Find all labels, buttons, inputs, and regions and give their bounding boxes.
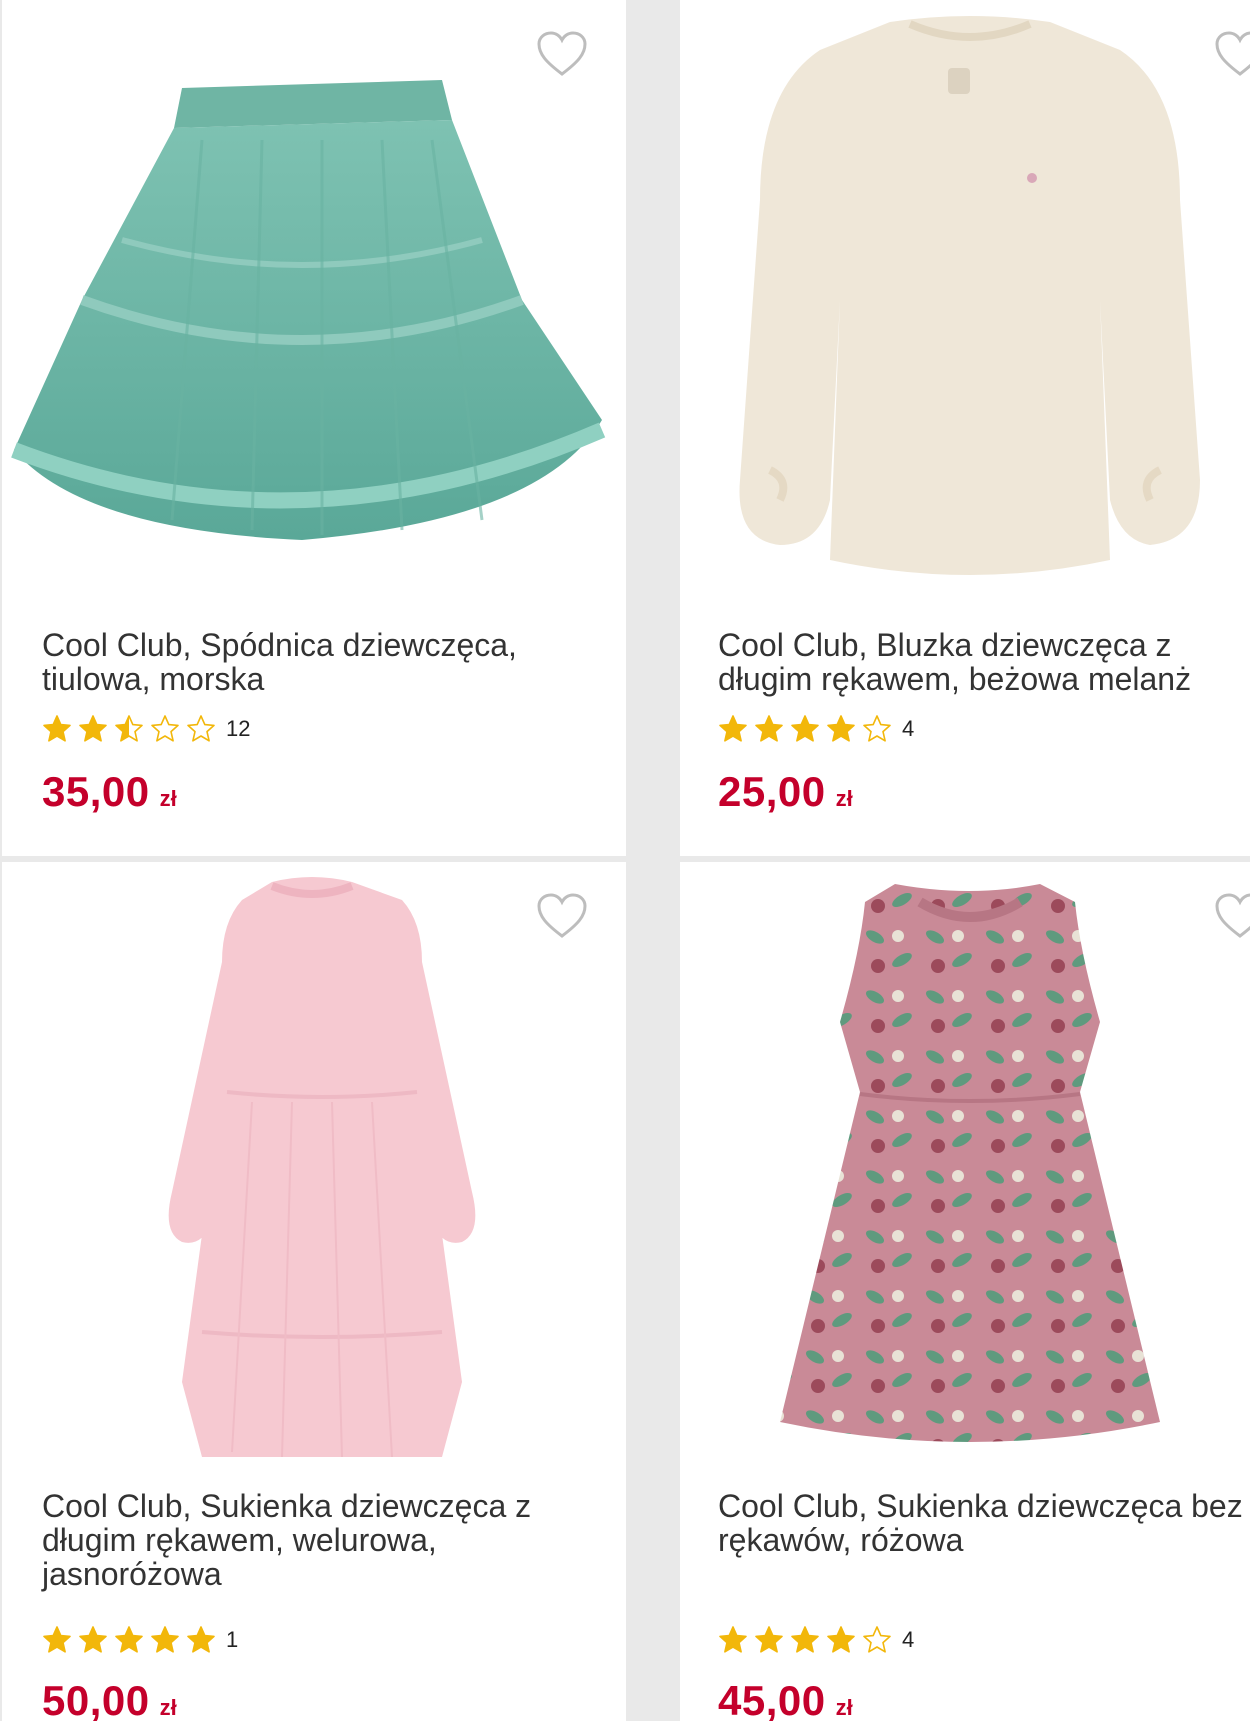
- star-filled-icon: [791, 715, 819, 742]
- product-image-teal-skirt[interactable]: [2, 0, 626, 600]
- star-filled-icon: [151, 1626, 179, 1653]
- review-count: 1: [226, 1627, 239, 1652]
- rating-stars: 4: [718, 713, 914, 745]
- product-title[interactable]: Cool Club, Sukienka dziewczęca bez rękaw…: [718, 1489, 1248, 1557]
- price-currency: zł: [835, 1695, 853, 1720]
- product-card[interactable]: Cool Club, Sukienka dziewczęca z długim …: [2, 862, 626, 1721]
- heart-icon[interactable]: [1214, 30, 1250, 78]
- product-card[interactable]: Cool Club, Spódnica dziewczęca, tiulowa,…: [2, 0, 626, 856]
- star-filled-icon: [79, 1626, 107, 1653]
- star-filled-icon: [79, 715, 107, 742]
- star-filled-icon: [791, 1626, 819, 1653]
- heart-icon[interactable]: [1214, 892, 1250, 940]
- product-image-pink-velour-dress[interactable]: [2, 862, 626, 1462]
- price-value: 35,00: [42, 768, 150, 815]
- product-card[interactable]: Cool Club, Sukienka dziewczęca bez rękaw…: [680, 862, 1250, 1721]
- price: 45,00 zł: [718, 1677, 853, 1721]
- review-count: 4: [902, 1627, 915, 1652]
- star-filled-icon: [719, 715, 747, 742]
- review-count: 4: [902, 716, 915, 741]
- product-card[interactable]: Cool Club, Bluzka dziewczęca z długim rę…: [680, 0, 1250, 856]
- star-filled-icon: [115, 1626, 143, 1653]
- price: 25,00 zł: [718, 768, 853, 816]
- star-empty-icon: [151, 715, 179, 742]
- price: 35,00 zł: [42, 768, 177, 816]
- rating-stars: 12: [42, 713, 250, 745]
- star-filled-icon: [755, 715, 783, 742]
- review-count: 12: [226, 716, 251, 741]
- product-title[interactable]: Cool Club, Sukienka dziewczęca z długim …: [42, 1489, 602, 1591]
- star-filled-icon: [827, 715, 855, 742]
- rating-stars: 4: [718, 1624, 914, 1656]
- product-image-beige-top[interactable]: [680, 0, 1250, 600]
- star-empty-icon: [187, 715, 215, 742]
- price-value: 25,00: [718, 768, 826, 815]
- product-title[interactable]: Cool Club, Bluzka dziewczęca z długim rę…: [718, 628, 1248, 696]
- heart-icon[interactable]: [536, 892, 588, 940]
- product-image-pink-floral-dress[interactable]: [680, 862, 1250, 1462]
- star-empty-icon: [863, 715, 891, 742]
- price-value: 45,00: [718, 1677, 826, 1721]
- price-currency: zł: [835, 786, 853, 811]
- star-filled-icon: [43, 715, 71, 742]
- star-filled-icon: [755, 1626, 783, 1653]
- heart-icon[interactable]: [536, 30, 588, 78]
- product-title[interactable]: Cool Club, Spódnica dziewczęca, tiulowa,…: [42, 628, 602, 696]
- rating-stars: 1: [42, 1624, 238, 1656]
- star-filled-icon: [719, 1626, 747, 1653]
- star-filled-icon: [827, 1626, 855, 1653]
- star-filled-icon: [187, 1626, 215, 1653]
- price: 50,00 zł: [42, 1677, 177, 1721]
- star-empty-icon: [863, 1626, 891, 1653]
- price-currency: zł: [159, 786, 177, 811]
- price-currency: zł: [159, 1695, 177, 1720]
- star-half-icon: [115, 715, 143, 742]
- price-value: 50,00: [42, 1677, 150, 1721]
- star-filled-icon: [43, 1626, 71, 1653]
